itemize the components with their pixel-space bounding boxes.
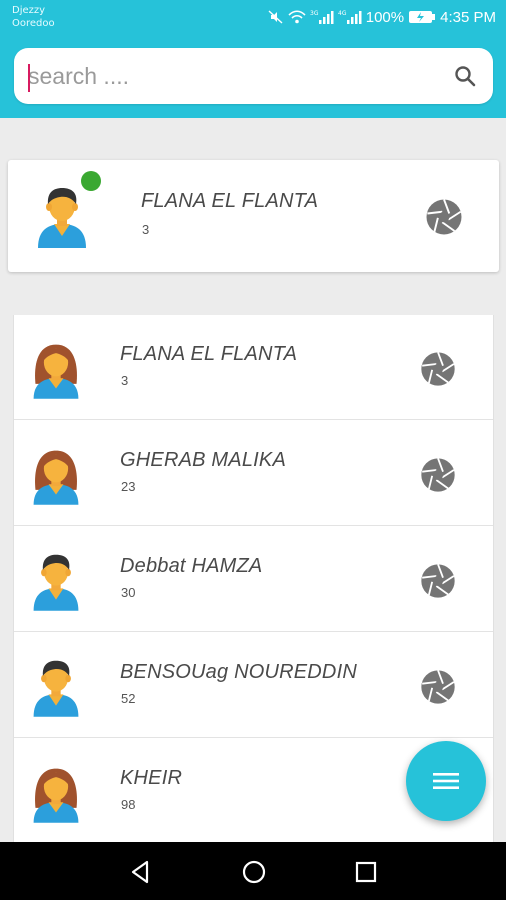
menu-icon (433, 773, 459, 789)
recents-square-icon[interactable] (352, 858, 380, 886)
contact-name: BENSOUag NOUREDDIN (120, 661, 357, 683)
svg-text:4G: 4G (338, 10, 347, 17)
menu-fab-button[interactable] (406, 741, 486, 821)
list-item[interactable]: BENSOUag NOUREDDIN 52 (14, 633, 493, 738)
contact-count: 3 (121, 373, 129, 388)
signal-2-icon: 4G (338, 9, 362, 25)
contact-name: FLANA EL FLANTA (120, 343, 298, 365)
camera-shutter-icon[interactable] (418, 561, 458, 601)
carrier-1: Djezzy (12, 5, 46, 16)
current-user-name: FLANA EL FLANTA (141, 190, 319, 212)
search-icon[interactable] (453, 64, 477, 88)
camera-shutter-icon[interactable] (418, 667, 458, 707)
current-user-card[interactable]: FLANA EL FLANTA 3 (8, 160, 499, 272)
camera-shutter-icon[interactable] (418, 455, 458, 495)
contact-name: GHERAB MALIKA (120, 449, 286, 471)
contact-count: 98 (121, 797, 136, 812)
contact-name: KHEIR (120, 767, 183, 789)
online-status-indicator (81, 171, 101, 191)
app-header: Djezzy Ooredoo 3G 4G 100% 4:35 PM (0, 0, 506, 118)
camera-shutter-icon[interactable] (423, 196, 465, 238)
camera-shutter-icon[interactable] (418, 349, 458, 389)
system-navigation-bar (0, 842, 506, 900)
carrier-2: Ooredoo (12, 18, 55, 29)
contact-count: 52 (121, 691, 136, 706)
female-avatar-icon (28, 441, 84, 507)
home-circle-icon[interactable] (240, 858, 268, 886)
female-avatar-icon (28, 335, 84, 401)
battery-percent: 100% (365, 8, 405, 26)
status-icons: 3G 4G 100% 4:35 PM (268, 7, 496, 27)
male-avatar-icon (28, 547, 84, 613)
contact-name: Debbat HAMZA (120, 555, 263, 577)
list-item[interactable]: Debbat HAMZA 30 (14, 527, 493, 632)
contact-count: 23 (121, 479, 136, 494)
status-bar: Djezzy Ooredoo 3G 4G 100% 4:35 PM (0, 0, 506, 36)
clock: 4:35 PM (440, 8, 496, 26)
svg-text:3G: 3G (310, 10, 319, 17)
male-avatar-icon (32, 182, 92, 248)
battery-icon (408, 10, 436, 24)
male-avatar-icon (28, 653, 84, 719)
female-avatar-icon (28, 759, 84, 825)
contact-count: 30 (121, 585, 136, 600)
wifi-icon (288, 9, 306, 25)
current-user-count: 3 (142, 222, 150, 237)
text-cursor (28, 64, 30, 92)
mute-icon (268, 9, 284, 25)
list-item[interactable]: FLANA EL FLANTA 3 (14, 315, 493, 420)
list-item[interactable]: GHERAB MALIKA 23 (14, 421, 493, 526)
carrier-info: Djezzy Ooredoo (12, 4, 55, 30)
search-bar[interactable] (14, 48, 493, 104)
back-triangle-icon[interactable] (126, 858, 154, 886)
search-input[interactable] (28, 58, 428, 94)
signal-1-icon: 3G (310, 9, 334, 25)
